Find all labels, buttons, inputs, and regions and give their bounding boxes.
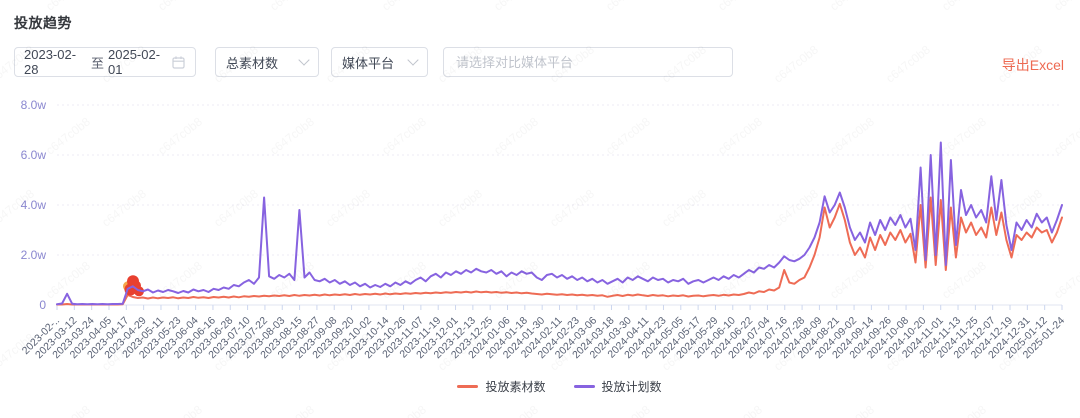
calendar-icon: [172, 55, 185, 69]
watermark-text: c647c0b8: [379, 0, 429, 14]
export-excel-button[interactable]: 导出Excel: [1002, 55, 1064, 75]
y-axis-label: 6.0w: [21, 148, 47, 162]
watermark-text: c647c0b8: [715, 402, 765, 418]
legend-item-plan-count[interactable]: 投放计划数: [573, 378, 662, 395]
watermark-text: c647c0b8: [155, 0, 205, 14]
watermark-text: c647c0b8: [715, 0, 765, 14]
chart-legend: 投放素材数 投放计划数: [57, 378, 1062, 395]
y-axis-label: 8.0w: [21, 98, 47, 112]
legend-item-material-count[interactable]: 投放素材数: [457, 378, 546, 395]
date-end-value: 2025-02-01: [108, 47, 161, 77]
metric-select[interactable]: 总素材数: [215, 47, 319, 77]
watermark-text: c647c0b8: [43, 0, 93, 14]
watermark-text: c647c0b8: [43, 402, 93, 418]
series-line-投放计划数: [56, 141, 1063, 306]
watermark-text: c647c0b8: [771, 42, 821, 86]
watermark-text: c647c0b8: [491, 0, 541, 14]
watermark-text: c647c0b8: [379, 402, 429, 418]
y-axis-label: 4.0w: [21, 198, 47, 212]
platform-select-value: 媒体平台: [342, 55, 395, 71]
y-axis-label: 2.0w: [21, 248, 47, 262]
watermark-text: c647c0b8: [939, 0, 989, 14]
trend-chart-canvas[interactable]: 02.0w4.0w6.0w8.0w2023-02-..2023-03-12202…: [0, 95, 1080, 375]
watermark-text: c647c0b8: [1051, 0, 1080, 14]
compare-platform-input[interactable]: [443, 47, 733, 77]
page-title: 投放趋势: [14, 15, 72, 31]
watermark-text: c647c0b8: [603, 402, 653, 418]
series-line-投放素材数: [56, 196, 1063, 306]
watermark-text: c647c0b8: [603, 0, 653, 14]
watermark-text: c647c0b8: [939, 402, 989, 418]
platform-select[interactable]: 媒体平台: [331, 47, 428, 77]
watermark-text: c647c0b8: [155, 402, 205, 418]
watermark-text: c647c0b8: [1051, 402, 1080, 418]
date-separator-label: 至: [90, 55, 104, 71]
metric-select-value: 总素材数: [226, 55, 279, 71]
date-range-picker[interactable]: 2023-02-28 至 2025-02-01: [14, 47, 196, 77]
watermark-text: c647c0b8: [267, 0, 317, 14]
legend-line-icon: [457, 385, 479, 388]
legend-line-icon: [573, 385, 595, 388]
watermark-text: c647c0b8: [491, 402, 541, 418]
y-axis-label: 0: [39, 298, 46, 312]
watermark-text: c647c0b8: [827, 402, 877, 418]
watermark-text: c647c0b8: [883, 42, 933, 86]
watermark-text: c647c0b8: [827, 0, 877, 14]
legend-label: 投放素材数: [485, 380, 546, 394]
legend-label: 投放计划数: [601, 380, 662, 394]
chevron-down-icon: [298, 54, 310, 66]
date-start-value: 2023-02-28: [24, 47, 77, 77]
watermark-text: c647c0b8: [267, 402, 317, 418]
chevron-down-icon: [407, 54, 419, 66]
